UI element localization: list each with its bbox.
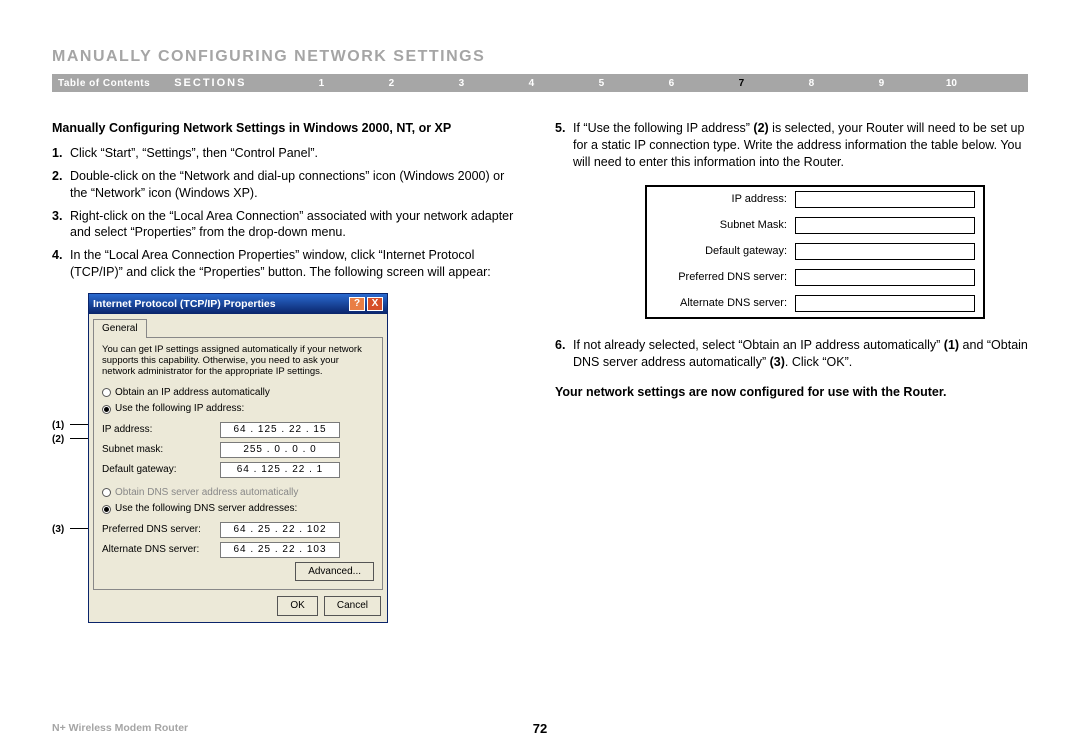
tab-general[interactable]: General <box>93 319 147 338</box>
alternate-dns-field[interactable]: 64 . 25 . 22 . 103 <box>220 542 340 558</box>
close-icon[interactable]: X <box>367 297 383 311</box>
advanced-button[interactable]: Advanced... <box>295 562 374 582</box>
dialog-description: You can get IP settings assigned automat… <box>102 344 374 378</box>
step-5: 5. If “Use the following IP address” (2)… <box>555 120 1028 171</box>
callout-labels: (1) (2) (3) <box>52 293 88 623</box>
right-column: 5. If “Use the following IP address” (2)… <box>555 120 1028 623</box>
dialog-title: Internet Protocol (TCP/IP) Properties <box>93 297 276 311</box>
radio-icon <box>102 488 111 497</box>
worksheet-gateway-label: Default gateway: <box>655 244 795 259</box>
worksheet-ip-field[interactable] <box>795 191 975 208</box>
radio-use-following-ip[interactable]: Use the following IP address: <box>102 402 374 416</box>
radio-icon <box>102 405 111 414</box>
radio-use-following-dns[interactable]: Use the following DNS server addresses: <box>102 502 374 516</box>
left-column: Manually Configuring Network Settings in… <box>52 120 525 623</box>
product-name: N+ Wireless Modem Router <box>52 722 188 734</box>
step-4: 4.In the “Local Area Connection Properti… <box>52 247 525 281</box>
step-1: 1.Click “Start”, “Settings”, then “Contr… <box>52 145 525 162</box>
preferred-dns-label: Preferred DNS server: <box>102 523 212 537</box>
subnet-mask-label: Subnet mask: <box>102 443 212 457</box>
help-icon[interactable]: ? <box>349 297 365 311</box>
alternate-dns-label: Alternate DNS server: <box>102 543 212 557</box>
section-link-3[interactable]: 3 <box>426 78 496 89</box>
worksheet-mask-field[interactable] <box>795 217 975 234</box>
section-link-8[interactable]: 8 <box>776 78 846 89</box>
static-ip-worksheet: IP address: Subnet Mask: Default gateway… <box>645 185 985 319</box>
step-6: 6. If not already selected, select “Obta… <box>555 337 1028 371</box>
default-gateway-field[interactable]: 64 . 125 . 22 . 1 <box>220 462 340 478</box>
subnet-mask-field[interactable]: 255 . 0 . 0 . 0 <box>220 442 340 458</box>
worksheet-adns-label: Alternate DNS server: <box>655 296 795 311</box>
radio-obtain-ip-auto[interactable]: Obtain an IP address automatically <box>102 386 374 400</box>
step-3: 3.Right-click on the “Local Area Connect… <box>52 208 525 242</box>
default-gateway-label: Default gateway: <box>102 463 212 477</box>
worksheet-pdns-field[interactable] <box>795 269 975 286</box>
page-number: 72 <box>533 721 547 736</box>
radio-icon <box>102 505 111 514</box>
left-subheading: Manually Configuring Network Settings in… <box>52 120 525 137</box>
worksheet-ip-label: IP address: <box>655 192 795 207</box>
radio-icon <box>102 388 111 397</box>
section-link-2[interactable]: 2 <box>356 78 426 89</box>
final-confirmation: Your network settings are now configured… <box>555 384 1028 401</box>
section-link-6[interactable]: 6 <box>636 78 706 89</box>
callout-1: (1) <box>52 419 64 433</box>
ip-address-label: IP address: <box>102 423 212 437</box>
worksheet-adns-field[interactable] <box>795 295 975 312</box>
section-link-1[interactable]: 1 <box>286 78 356 89</box>
worksheet-mask-label: Subnet Mask: <box>655 218 795 233</box>
ok-button[interactable]: OK <box>277 596 317 616</box>
toc-link[interactable]: Table of Contents <box>58 78 150 89</box>
section-link-4[interactable]: 4 <box>496 78 566 89</box>
worksheet-gateway-field[interactable] <box>795 243 975 260</box>
section-link-5[interactable]: 5 <box>566 78 636 89</box>
callout-2: (2) <box>52 433 64 447</box>
page-title: MANUALLY CONFIGURING NETWORK SETTINGS <box>52 48 1028 66</box>
sections-label: SECTIONS <box>174 77 246 89</box>
preferred-dns-field[interactable]: 64 . 25 . 22 . 102 <box>220 522 340 538</box>
step-2: 2.Double-click on the “Network and dial-… <box>52 168 525 202</box>
section-link-9[interactable]: 9 <box>846 78 916 89</box>
worksheet-pdns-label: Preferred DNS server: <box>655 270 795 285</box>
section-navbar: Table of Contents SECTIONS 1 2 3 4 5 6 7… <box>52 74 1028 92</box>
radio-obtain-dns-auto[interactable]: Obtain DNS server address automatically <box>102 486 374 500</box>
section-link-7[interactable]: 7 <box>706 78 776 89</box>
section-link-10[interactable]: 10 <box>916 78 986 89</box>
cancel-button[interactable]: Cancel <box>324 596 381 616</box>
tcpip-properties-dialog: Internet Protocol (TCP/IP) Properties ? … <box>88 293 388 623</box>
ip-address-field[interactable]: 64 . 125 . 22 . 15 <box>220 422 340 438</box>
page-footer: N+ Wireless Modem Router 72 <box>52 722 1028 734</box>
callout-3: (3) <box>52 523 64 537</box>
